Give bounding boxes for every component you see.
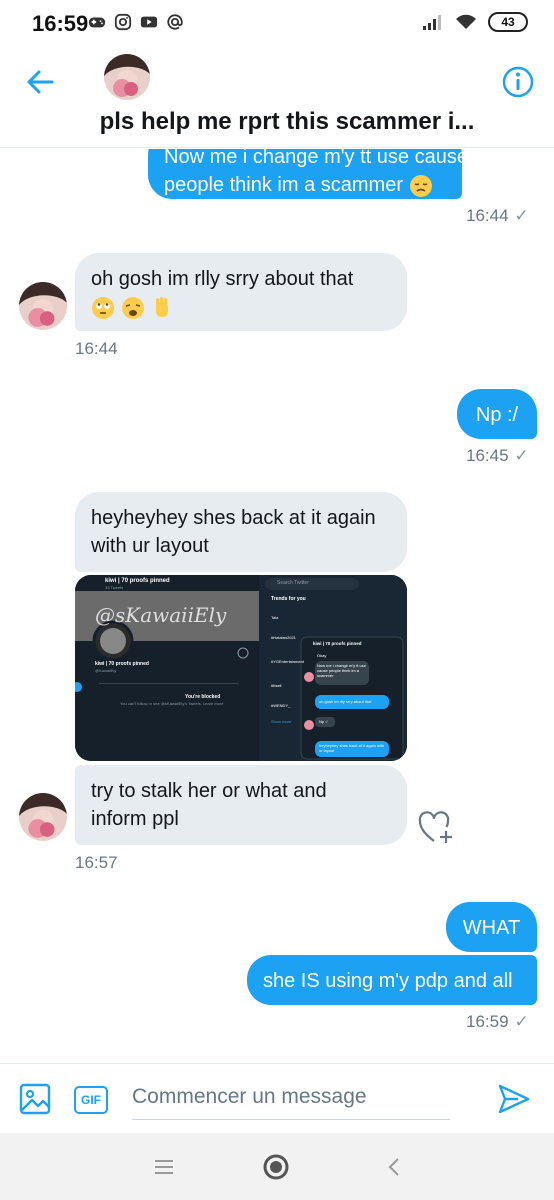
battery-indicator: 43: [488, 12, 528, 32]
message-text: WHAT: [462, 917, 521, 939]
at-sign-icon: [167, 14, 183, 30]
back-arrow-icon[interactable]: [22, 64, 58, 100]
embed-blocked-title: You're blocked: [185, 694, 221, 700]
embed-profile-name: kiwi | 70 proofs pinned: [105, 578, 170, 584]
sent-check-icon: ✓: [514, 1012, 529, 1031]
message-timestamp: 16:45 ✓: [466, 446, 529, 465]
message-bubble-outgoing[interactable]: Np :/: [457, 389, 537, 439]
embed-trends-title: Trends for you: [271, 596, 306, 602]
status-system-icons: 43: [422, 12, 528, 32]
embed-banner-text: @sKawaiiEly: [95, 603, 227, 627]
embed-trend: #Itsell: [271, 683, 282, 688]
status-bar: 16:59 43: [0, 0, 554, 44]
message-text: with ur layout: [91, 535, 209, 557]
message-text: people think im a scammer: [164, 174, 403, 196]
message-timestamp: 16:57: [75, 853, 118, 872]
message-timestamp: 16:44: [75, 339, 118, 358]
weary-face-emoji-icon: [121, 296, 144, 319]
embed-trend: #YGEntertainment: [271, 659, 304, 664]
embed-chat-msg: heyheyhey shes back at it again with ur …: [319, 743, 385, 753]
embed-chat-msg: Okay: [317, 653, 327, 658]
message-bubble-incoming[interactable]: heyheyhey shes back at it again with ur …: [75, 492, 407, 572]
embed-trend: Show more: [271, 719, 292, 724]
message-composer: GIF: [0, 1063, 554, 1133]
status-notification-icons: [88, 13, 184, 31]
gamepad-icon: [88, 17, 106, 28]
system-navigation-bar: [0, 1133, 554, 1200]
message-input[interactable]: [132, 1074, 450, 1120]
embed-chat-msg: Np :/: [319, 719, 328, 724]
conversation-avatar[interactable]: [104, 54, 150, 100]
youtube-icon: [140, 16, 158, 28]
embed-chat-msg: Now me i change m'y tt use cause people …: [317, 663, 367, 678]
image-picker-icon[interactable]: [18, 1082, 52, 1116]
message-timestamp: 16:44 ✓: [466, 206, 529, 225]
raised-hand-emoji-icon: [156, 296, 169, 317]
message-text: Np :/: [475, 404, 519, 426]
message-list[interactable]: Now me i change m'y tt use cause people …: [0, 149, 554, 1063]
message-timestamp: 16:59 ✓: [466, 1012, 529, 1031]
sender-avatar[interactable]: [19, 282, 67, 330]
embed-handle: @KawaiiEly: [95, 668, 117, 673]
conversation-header: pls help me rprt this scammer i...: [0, 44, 554, 148]
embed-trend: Tala: [271, 615, 279, 620]
message-text: heyheyhey shes back at it again: [91, 507, 376, 529]
message-text: she IS using m'y pdp and all: [263, 970, 513, 992]
message-text: inform ppl: [91, 808, 179, 830]
embed-trend: #Hatalan2021: [271, 635, 296, 640]
message-text: Now me i change m'y tt use cause: [164, 149, 468, 168]
embed-blocked-text: You can't follow or see @sKawaiiEly's Tw…: [120, 701, 224, 706]
wifi-icon: [456, 14, 476, 29]
sent-check-icon: ✓: [514, 446, 529, 465]
home-icon[interactable]: [262, 1153, 290, 1181]
message-bubble-incoming[interactable]: oh gosh im rlly srry about that: [75, 253, 407, 331]
conversation-title: pls help me rprt this scammer i...: [99, 108, 475, 135]
sent-check-icon: ✓: [514, 206, 529, 225]
gif-button[interactable]: GIF: [74, 1086, 108, 1114]
disappointed-face-emoji-icon: [409, 174, 432, 197]
embed-trend: #WENDY_: [271, 703, 291, 708]
message-bubble-incoming[interactable]: try to stalk her or what and inform ppl: [75, 765, 407, 845]
message-bubble-outgoing[interactable]: she IS using m'y pdp and all: [247, 955, 537, 1005]
status-time: 16:59: [32, 11, 89, 36]
instagram-icon: [114, 13, 132, 31]
system-back-icon[interactable]: [384, 1155, 404, 1179]
embed-tweets-count: 33 Tweets: [105, 585, 124, 590]
embed-chat-title: kiwi | 70 proofs pinned: [313, 641, 362, 646]
message-bubble-outgoing[interactable]: WHAT: [446, 902, 537, 952]
signal-icon: [423, 15, 441, 30]
send-icon[interactable]: [496, 1082, 532, 1116]
message-bubble-outgoing[interactable]: Now me i change m'y tt use cause people …: [148, 149, 468, 199]
message-text: oh gosh im rlly srry about that: [91, 268, 354, 290]
embed-chat-msg: oh gosh im rlly srry about that: [319, 699, 372, 704]
face-with-rolling-eyes-emoji-icon: [92, 296, 114, 319]
embed-search: Search Twitter: [277, 580, 309, 586]
add-reaction-heart-icon[interactable]: [418, 811, 454, 845]
shared-screenshot-image[interactable]: kiwi | 70 proofs pinned 33 Tweets @sKawa…: [75, 575, 407, 761]
sender-avatar[interactable]: [19, 793, 67, 841]
embed-profile-name-2: kiwi | 70 proofs pinned: [95, 661, 149, 667]
info-icon[interactable]: [500, 64, 536, 100]
recent-apps-icon[interactable]: [152, 1157, 176, 1177]
message-text: try to stalk her or what and: [91, 780, 327, 802]
